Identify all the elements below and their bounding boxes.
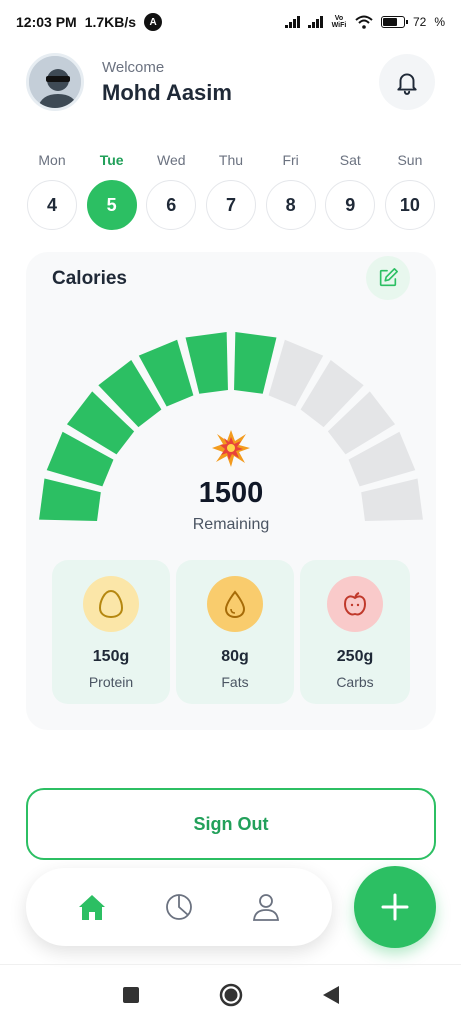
day-mon[interactable]: Mon 4	[26, 152, 78, 230]
percent-sign: %	[434, 15, 445, 29]
nav-home[interactable]	[70, 885, 114, 929]
calories-title: Calories	[52, 268, 127, 289]
status-bar: 12:03 PM 1.7KB/s A Vo WiFi 72%	[0, 0, 461, 44]
recent-apps-button[interactable]	[119, 983, 143, 1007]
day-number[interactable]: 6	[146, 180, 197, 230]
drop-icon	[224, 590, 246, 618]
signal-icon-2	[307, 16, 323, 28]
nav-stats[interactable]	[157, 885, 201, 929]
volte-label: Vo WiFi	[331, 15, 347, 29]
pie-chart-icon	[166, 894, 192, 920]
circle-icon	[219, 983, 242, 1006]
status-right: Vo WiFi 72%	[284, 15, 445, 29]
day-number[interactable]: 5	[86, 180, 137, 230]
day-label: Wed	[157, 152, 186, 168]
square-icon	[122, 986, 139, 1003]
calories-remaining-value: 1500	[198, 477, 264, 509]
day-label: Thu	[218, 152, 244, 168]
day-fri[interactable]: Fri 8	[265, 152, 317, 230]
fats-label: Fats	[221, 674, 249, 690]
macro-protein[interactable]: 150g Protein	[52, 560, 170, 704]
user-icon	[253, 894, 280, 921]
status-left: 12:03 PM 1.7KB/s A	[16, 13, 163, 31]
header: Welcome Mohd Aasim	[26, 52, 435, 112]
carbs-value: 250g	[336, 648, 374, 665]
add-button[interactable]	[354, 866, 436, 948]
home-icon	[78, 895, 105, 920]
greeting: Welcome Mohd Aasim	[102, 59, 232, 106]
macros-row: 150g Protein 80g Fats 250g Carbs	[52, 560, 410, 704]
day-number[interactable]: 10	[384, 180, 435, 230]
back-button[interactable]	[319, 983, 343, 1007]
user-name: Mohd Aasim	[102, 79, 232, 105]
home-system-button[interactable]	[219, 983, 243, 1007]
signal-icon	[284, 16, 300, 28]
day-number[interactable]: 7	[205, 180, 256, 230]
back-triangle-icon	[322, 985, 339, 1004]
system-navigation	[0, 964, 461, 1024]
day-label: Sun	[397, 152, 423, 168]
network-speed: 1.7KB/s	[84, 14, 137, 30]
wifi-icon	[355, 15, 373, 29]
notifications-button[interactable]	[379, 54, 435, 110]
burst-icon	[212, 430, 250, 467]
gauge-segment-filled	[234, 332, 277, 394]
status-time: 12:03 PM	[16, 14, 77, 30]
edit-calories-button[interactable]	[366, 256, 410, 300]
calories-remaining-label: Remaining	[192, 516, 270, 533]
battery-percent: 72	[412, 15, 427, 29]
day-thu[interactable]: Thu 7	[205, 152, 257, 230]
bell-icon	[397, 73, 417, 95]
avatar-image	[29, 56, 81, 108]
plus-icon	[381, 893, 409, 921]
day-tue[interactable]: Tue 5	[86, 152, 138, 230]
macro-icon-circle	[83, 576, 139, 632]
fats-value: 80g	[221, 648, 249, 665]
day-label: Tue	[99, 152, 124, 168]
app-notification-icon: A	[144, 13, 163, 31]
day-label: Mon	[38, 152, 66, 168]
protein-label: Protein	[88, 674, 134, 690]
nav-profile[interactable]	[244, 885, 288, 929]
macro-fats[interactable]: 80g Fats	[176, 560, 294, 704]
avatar[interactable]	[26, 53, 84, 111]
day-label: Sat	[339, 152, 361, 168]
week-selector: Mon 4 Tue 5 Wed 6 Thu 7 Fri 8 Sat 9 Sun 10	[26, 152, 436, 230]
apple-icon	[343, 592, 367, 616]
macro-icon-circle	[207, 576, 263, 632]
day-sun[interactable]: Sun 10	[384, 152, 436, 230]
battery-icon	[380, 16, 408, 28]
gauge-segment-filled	[185, 332, 228, 394]
sign-out-button[interactable]: Sign Out	[26, 788, 436, 860]
egg-icon	[98, 589, 124, 619]
day-number[interactable]: 8	[265, 180, 316, 230]
calories-card: Calories 1500 Remaining 150g Protein 80g	[26, 252, 436, 730]
bottom-nav	[26, 868, 332, 946]
carbs-label: Carbs	[336, 674, 374, 690]
day-label: Fri	[282, 152, 299, 168]
edit-icon	[379, 268, 398, 287]
protein-value: 150g	[92, 648, 130, 665]
day-wed[interactable]: Wed 6	[145, 152, 197, 230]
day-number[interactable]: 9	[325, 180, 376, 230]
welcome-text: Welcome	[102, 58, 165, 76]
macro-carbs[interactable]: 250g Carbs	[300, 560, 410, 704]
macro-icon-circle	[327, 576, 383, 632]
gauge-center: 1500 Remaining	[26, 428, 436, 534]
day-number[interactable]: 4	[27, 180, 77, 230]
day-sat[interactable]: Sat 9	[324, 152, 376, 230]
